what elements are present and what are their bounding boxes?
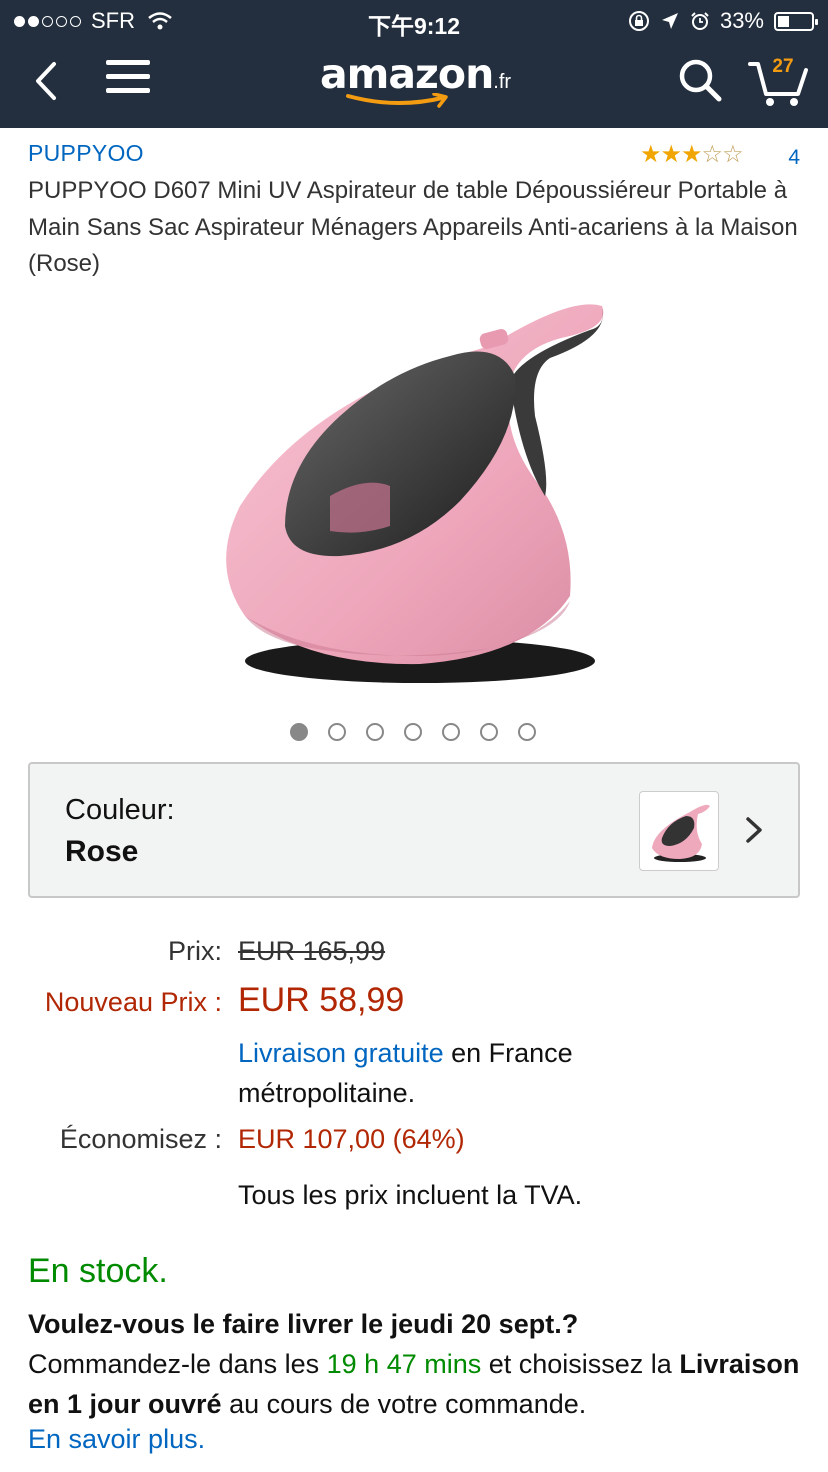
pager-dot[interactable] bbox=[442, 723, 460, 741]
brand-link[interactable]: PUPPYOO bbox=[28, 140, 144, 167]
review-count: 4 bbox=[788, 146, 800, 169]
order-middle: et choisissez la bbox=[481, 1349, 680, 1379]
new-price-label: Nouveau Prix : bbox=[44, 987, 222, 1017]
learn-more-link[interactable]: En savoir plus. bbox=[28, 1424, 205, 1455]
order-suffix: au cours de votre commande. bbox=[221, 1389, 587, 1419]
tax-note: Tous les prix incluent la TVA. bbox=[238, 1180, 583, 1210]
pager-dot[interactable] bbox=[404, 723, 422, 741]
location-icon bbox=[661, 13, 678, 29]
color-thumbnail[interactable] bbox=[639, 791, 719, 871]
logo-tld: .fr bbox=[493, 71, 512, 93]
back-icon[interactable] bbox=[28, 56, 68, 106]
navigation-bar: amazon.fr 27 bbox=[0, 42, 828, 128]
savings-value: EUR 107,00 (64%) bbox=[238, 1124, 465, 1154]
cart-count: 27 bbox=[772, 56, 794, 77]
battery-icon bbox=[774, 11, 818, 31]
countdown: 19 h 47 mins bbox=[326, 1349, 482, 1379]
star-icon: ★ bbox=[660, 141, 682, 168]
product-title: PUPPYOO D607 Mini UV Aspirateur de table… bbox=[28, 177, 798, 277]
color-value: Rose bbox=[65, 835, 139, 868]
order-prefix: Commandez-le dans les bbox=[28, 1349, 327, 1379]
pager-dot[interactable] bbox=[518, 723, 536, 741]
pager-dot[interactable] bbox=[366, 723, 384, 741]
logo-word: amazon bbox=[320, 50, 494, 98]
color-label: Couleur: bbox=[65, 794, 175, 826]
pager-dot[interactable] bbox=[290, 723, 308, 741]
alarm-icon bbox=[691, 12, 709, 30]
list-price: EUR 165,99 bbox=[238, 936, 386, 966]
star-icon: ★ bbox=[681, 141, 702, 168]
pager-dot[interactable] bbox=[480, 723, 498, 741]
savings-label: Économisez : bbox=[59, 1124, 222, 1154]
star-icon: ☆ bbox=[701, 141, 723, 168]
product-thumbnail-image bbox=[652, 804, 710, 862]
new-price: EUR 58,99 bbox=[238, 981, 405, 1019]
menu-icon[interactable] bbox=[106, 60, 150, 100]
chevron-right-icon bbox=[746, 817, 762, 843]
color-selector[interactable]: Couleur: Rose bbox=[28, 762, 800, 898]
pager-dot[interactable] bbox=[328, 723, 346, 741]
status-bar: SFR 下午9:12 33% bbox=[0, 0, 828, 42]
smile-arrow-icon bbox=[346, 93, 448, 108]
stock-status: En stock. bbox=[28, 1252, 168, 1290]
star-rating-icon: ★★★☆☆ bbox=[640, 140, 744, 169]
star-icon: ★ bbox=[640, 141, 661, 168]
delivery-details: Commandez-le dans les 19 h 47 mins et ch… bbox=[28, 1344, 818, 1424]
delivery-info: Voulez-vous le faire livrer le jeudi 20 … bbox=[28, 1304, 818, 1424]
search-icon[interactable] bbox=[676, 56, 724, 104]
battery-percent: 33% bbox=[719, 8, 764, 33]
price-label: Prix: bbox=[168, 936, 222, 966]
shipping-info: Livraison gratuite en France métropolita… bbox=[238, 1033, 718, 1113]
free-shipping-link[interactable]: Livraison gratuite bbox=[238, 1038, 444, 1068]
rotation-lock-icon bbox=[628, 11, 649, 31]
rating[interactable]: ★★★☆☆ 4 bbox=[640, 140, 800, 170]
image-pager[interactable] bbox=[290, 723, 536, 741]
star-icon: ☆ bbox=[722, 141, 743, 168]
product-image[interactable] bbox=[190, 286, 630, 696]
cart-button[interactable]: 27 bbox=[746, 52, 810, 108]
amazon-logo[interactable]: amazon.fr bbox=[320, 50, 520, 110]
delivery-question: Voulez-vous le faire livrer le jeudi 20 … bbox=[28, 1309, 579, 1339]
top-bar: SFR 下午9:12 33% amazon.fr 27 bbox=[0, 0, 828, 128]
